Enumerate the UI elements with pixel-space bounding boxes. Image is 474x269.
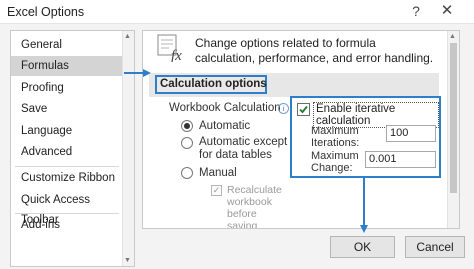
sidebar-item-formulas[interactable]: Formulas xyxy=(11,56,122,76)
formula-fx-icon: fx xyxy=(157,34,182,62)
cancel-button[interactable]: Cancel xyxy=(405,236,465,258)
scroll-up-icon[interactable]: ▲ xyxy=(449,33,456,40)
info-icon[interactable]: i xyxy=(278,103,289,114)
sidebar-item-language[interactable]: Language xyxy=(11,121,122,141)
options-sidebar: General Formulas Proofing Save Language … xyxy=(10,30,135,267)
max-change-input[interactable]: 0.001 xyxy=(365,151,436,168)
scrollbar-thumb[interactable] xyxy=(450,43,457,193)
close-icon[interactable]: ✕ xyxy=(436,1,458,21)
sidebar-item-advanced[interactable]: Advanced xyxy=(11,142,122,162)
radio-automatic[interactable] xyxy=(181,120,193,132)
sidebar-item-save[interactable]: Save xyxy=(11,99,122,119)
window-title: Excel Options xyxy=(7,5,85,19)
ok-button[interactable]: OK xyxy=(330,236,395,258)
scroll-up-icon[interactable]: ▲ xyxy=(124,33,131,40)
iterative-calculation-group: Enable iterative calculation Maximum Ite… xyxy=(290,96,441,178)
radio-manual-label[interactable]: Manual xyxy=(199,167,237,180)
radio-selected-dot xyxy=(184,123,190,129)
radio-manual[interactable] xyxy=(181,167,193,179)
sidebar-item-add-ins[interactable]: Add-ins xyxy=(11,215,122,235)
sidebar-divider xyxy=(15,166,119,167)
sidebar-scrollbar[interactable]: ▲ ▼ xyxy=(122,31,134,266)
max-iterations-label: Maximum Iterations: xyxy=(311,125,360,149)
enable-iterative-checkbox[interactable] xyxy=(297,103,310,116)
help-icon[interactable]: ? xyxy=(407,1,425,21)
radio-automatic-label[interactable]: Automatic xyxy=(199,120,250,133)
panel-description: Change options related to formula calcul… xyxy=(195,36,434,65)
scroll-down-icon[interactable]: ▼ xyxy=(124,257,131,264)
sidebar-item-quick-access-toolbar[interactable]: Quick Access Toolbar xyxy=(11,190,122,226)
check-icon xyxy=(299,105,308,114)
sidebar-item-customize-ribbon[interactable]: Customize Ribbon xyxy=(11,168,122,188)
max-iterations-input[interactable]: 100 xyxy=(386,125,436,142)
max-change-label: Maximum Change: xyxy=(311,150,359,174)
radio-automatic-except-tables[interactable] xyxy=(181,137,193,149)
radio-automatic-except-tables-label[interactable]: Automatic except for data tables xyxy=(199,136,289,162)
title-bar: Excel Options ? ✕ xyxy=(0,0,474,24)
sidebar-divider xyxy=(15,213,119,214)
svg-text:fx: fx xyxy=(171,48,182,62)
recalculate-label: Recalculate workbook before saving xyxy=(227,184,282,229)
panel-scrollbar[interactable]: ▲ xyxy=(447,31,459,228)
workbook-calculation-label: Workbook Calculation xyxy=(169,102,281,114)
sidebar-item-general[interactable]: General xyxy=(11,35,122,55)
recalculate-checkbox[interactable]: ✓ xyxy=(211,185,222,196)
sidebar-item-proofing[interactable]: Proofing xyxy=(11,78,122,98)
section-title: Calculation options xyxy=(160,78,267,90)
